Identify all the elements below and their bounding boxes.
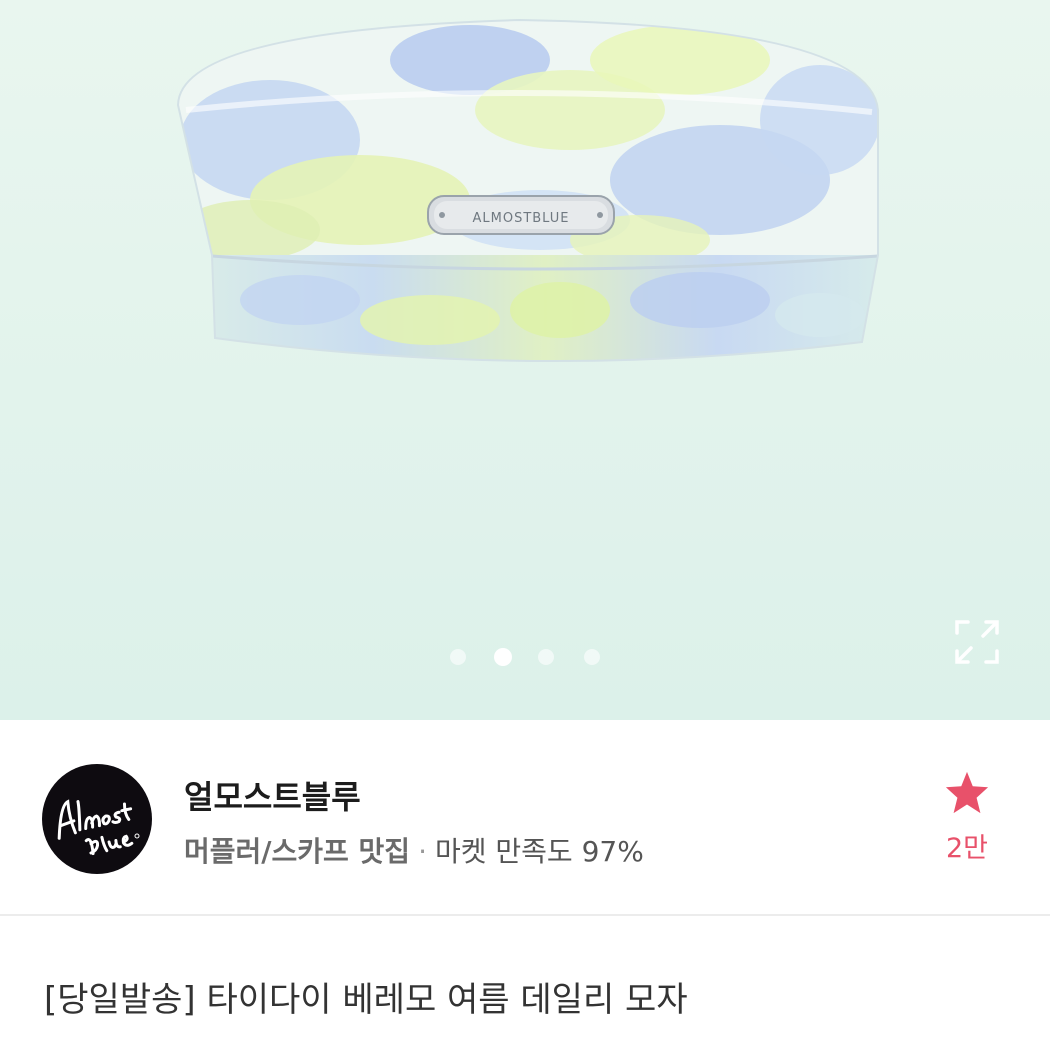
favorite-count: 2만 — [945, 833, 989, 864]
product-image: ALMOSTBLUE — [176, 18, 879, 363]
seller-name[interactable]: 얼모스트블루 — [184, 772, 361, 818]
seller-card[interactable]: 얼모스트블루 머플러/스카프 맛집 · 마켓 만족도 97% 2만 — [0, 720, 1050, 916]
seller-logo — [57, 799, 140, 856]
seller-category-tag: 머플러/스카프 맛집 — [184, 835, 411, 868]
expand-icon — [955, 620, 999, 664]
seller-meta: 머플러/스카프 맛집 · 마켓 만족도 97% — [184, 830, 644, 870]
star-icon — [945, 771, 989, 814]
gallery-dot[interactable] — [584, 649, 600, 665]
gallery-pagination — [0, 648, 1050, 669]
expand-image-button[interactable] — [954, 619, 1000, 665]
seller-avatar[interactable] — [42, 764, 152, 874]
gallery-dot[interactable] — [538, 649, 554, 665]
product-title: [당일발송] 타이다이 베레모 여름 데일리 모자 — [44, 980, 688, 1020]
gallery-dot-active[interactable] — [494, 648, 512, 666]
product-gallery[interactable]: ALMOSTBLUE — [0, 0, 1050, 720]
seller-satisfaction: 마켓 만족도 97% — [434, 835, 644, 868]
favorite-button[interactable]: 2만 — [930, 770, 1004, 865]
brand-plate-text: ALMOSTBLUE — [472, 211, 569, 226]
meta-separator: · — [418, 835, 427, 868]
gallery-dot[interactable] — [450, 649, 466, 665]
